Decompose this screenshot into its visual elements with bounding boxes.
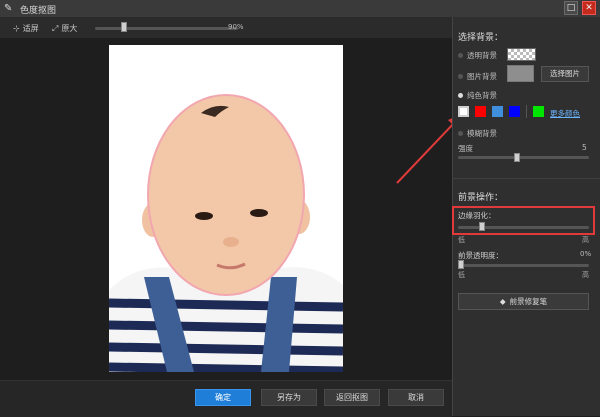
fg-opacity-slider-thumb[interactable] xyxy=(458,260,464,269)
original-size-button[interactable]: ⤢ 原大 xyxy=(52,23,77,34)
solid-bg-label: 纯色背景 xyxy=(467,91,497,100)
fg-opacity-value: 0% xyxy=(580,250,592,258)
image-bg-radio[interactable] xyxy=(458,74,463,79)
strength-label: 强度 xyxy=(458,144,473,153)
ok-button[interactable]: 确定 xyxy=(195,389,251,406)
edge-feather-high-label: 高 xyxy=(582,236,589,244)
zoom-slider-thumb[interactable] xyxy=(121,22,127,32)
more-colors-link[interactable]: 更多颜色 xyxy=(550,108,580,119)
blur-bg-option[interactable]: 模糊背景 xyxy=(458,128,497,139)
cancel-button[interactable]: 取消 xyxy=(388,389,444,406)
zoom-slider-track[interactable] xyxy=(95,27,238,30)
solid-bg-option[interactable]: 纯色背景 xyxy=(458,90,497,101)
edge-feather-slider-thumb[interactable] xyxy=(479,222,485,231)
maximize-button[interactable]: □ xyxy=(564,1,578,15)
fit-screen-label: 适屏 xyxy=(22,24,39,33)
fg-opacity-high-label: 高 xyxy=(582,271,589,279)
edge-feather-label: 边缘羽化： xyxy=(458,211,496,220)
original-size-icon: ⤢ xyxy=(52,23,59,33)
swatch-blue[interactable] xyxy=(509,106,520,117)
image-bg-thumbnail[interactable] xyxy=(507,65,534,82)
baby-photo-illustration xyxy=(109,45,343,372)
fg-opacity-low-label: 低 xyxy=(458,271,465,279)
swatch-divider xyxy=(526,105,527,118)
background-section-title: 选择背景： xyxy=(458,33,504,43)
fg-opacity-label: 前景透明度： xyxy=(458,251,503,260)
original-size-label: 原大 xyxy=(61,24,78,33)
app-icon: ✎ xyxy=(4,3,13,14)
foreground-repair-button[interactable]: ◆ 前景修复笔 xyxy=(458,293,589,310)
swatch-red[interactable] xyxy=(475,106,486,117)
image-bg-option[interactable]: 图片背景 xyxy=(458,71,497,82)
eraser-icon: ◆ xyxy=(499,297,506,306)
window-title: 色度抠图 xyxy=(20,6,57,16)
solid-bg-radio[interactable] xyxy=(458,93,463,98)
swatch-light-blue[interactable] xyxy=(492,106,503,117)
image-bg-label: 图片背景 xyxy=(467,72,497,81)
close-button[interactable]: ✕ xyxy=(582,1,596,15)
transparent-bg-radio[interactable] xyxy=(458,53,463,58)
choose-image-button[interactable]: 选择图片 xyxy=(541,66,589,82)
photo-preview xyxy=(109,45,343,372)
fit-screen-icon: ⊹ xyxy=(13,24,20,33)
blur-bg-label: 模糊背景 xyxy=(467,129,497,138)
panel-divider xyxy=(452,178,600,179)
save-as-button[interactable]: 另存为 xyxy=(261,389,317,406)
title-bar xyxy=(0,0,600,18)
edge-feather-slider-track[interactable] xyxy=(458,226,589,229)
fg-opacity-slider-track[interactable] xyxy=(458,264,589,267)
strength-slider-thumb[interactable] xyxy=(514,153,520,162)
zoom-value: 90% xyxy=(228,23,244,31)
back-to-cutout-button[interactable]: 返回抠图 xyxy=(324,389,380,406)
fit-screen-button[interactable]: ⊹ 适屏 xyxy=(13,23,39,34)
foreground-repair-label: 前景修复笔 xyxy=(509,297,548,306)
blur-bg-radio[interactable] xyxy=(458,131,463,136)
strength-slider-track[interactable] xyxy=(458,156,589,159)
foreground-section-title: 前景操作： xyxy=(458,193,504,203)
swatch-green[interactable] xyxy=(533,106,544,117)
transparent-bg-option[interactable]: 透明背景 xyxy=(458,50,497,61)
edge-feather-low-label: 低 xyxy=(458,236,465,244)
strength-value: 5 xyxy=(582,143,587,152)
swatch-white[interactable] xyxy=(458,106,469,117)
transparent-bg-label: 透明背景 xyxy=(467,51,497,60)
transparent-swatch[interactable] xyxy=(507,48,536,61)
